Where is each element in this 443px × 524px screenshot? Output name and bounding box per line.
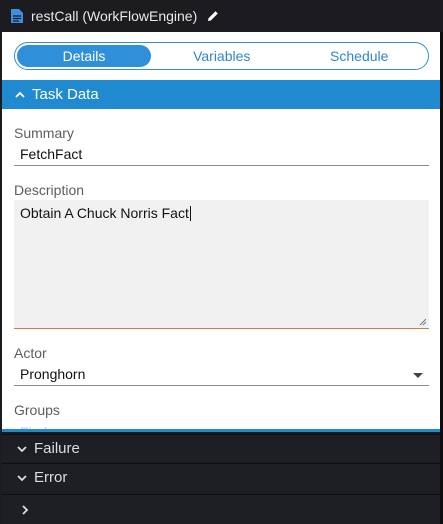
document-icon bbox=[11, 9, 23, 23]
summary-input[interactable]: FetchFact bbox=[14, 146, 429, 166]
expand-row[interactable] bbox=[2, 494, 440, 524]
actor-value: Pronghorn bbox=[20, 366, 86, 382]
failure-section-header[interactable]: Failure bbox=[2, 434, 440, 462]
chevron-right-icon bbox=[22, 504, 29, 515]
tab-details[interactable]: Details bbox=[17, 45, 151, 67]
error-section-header[interactable]: Error bbox=[2, 463, 440, 491]
error-label: Error bbox=[34, 469, 68, 486]
summary-label: Summary bbox=[14, 125, 74, 141]
chevron-up-icon bbox=[15, 91, 25, 98]
tab-schedule[interactable]: Schedule bbox=[291, 43, 429, 69]
task-data-section-header[interactable]: Task Data bbox=[2, 80, 440, 109]
panel-bottom-edge bbox=[2, 429, 440, 432]
description-label: Description bbox=[14, 182, 85, 198]
chevron-down-icon bbox=[17, 445, 27, 452]
actor-select[interactable]: Pronghorn bbox=[14, 366, 429, 386]
window-title: restCall (WorkFlowEngine) bbox=[31, 8, 198, 24]
tab-bar: Details Variables Schedule bbox=[14, 42, 429, 70]
actor-label: Actor bbox=[14, 345, 47, 361]
window-header: restCall (WorkFlowEngine) bbox=[0, 0, 443, 32]
groups-label: Groups bbox=[14, 402, 60, 418]
pencil-icon[interactable] bbox=[206, 9, 220, 23]
task-panel: Details Variables Schedule Task Data Sum… bbox=[2, 32, 440, 432]
section-title: Task Data bbox=[32, 86, 99, 103]
chevron-down-icon bbox=[17, 474, 27, 481]
description-text: Obtain A Chuck Norris Fact bbox=[20, 205, 189, 221]
failure-label: Failure bbox=[34, 440, 80, 457]
tab-variables[interactable]: Variables bbox=[153, 43, 291, 69]
dropdown-arrow-icon bbox=[413, 373, 423, 378]
description-textarea[interactable]: Obtain A Chuck Norris Fact bbox=[14, 200, 429, 329]
text-caret bbox=[189, 206, 191, 221]
resize-handle-icon[interactable] bbox=[419, 318, 427, 326]
